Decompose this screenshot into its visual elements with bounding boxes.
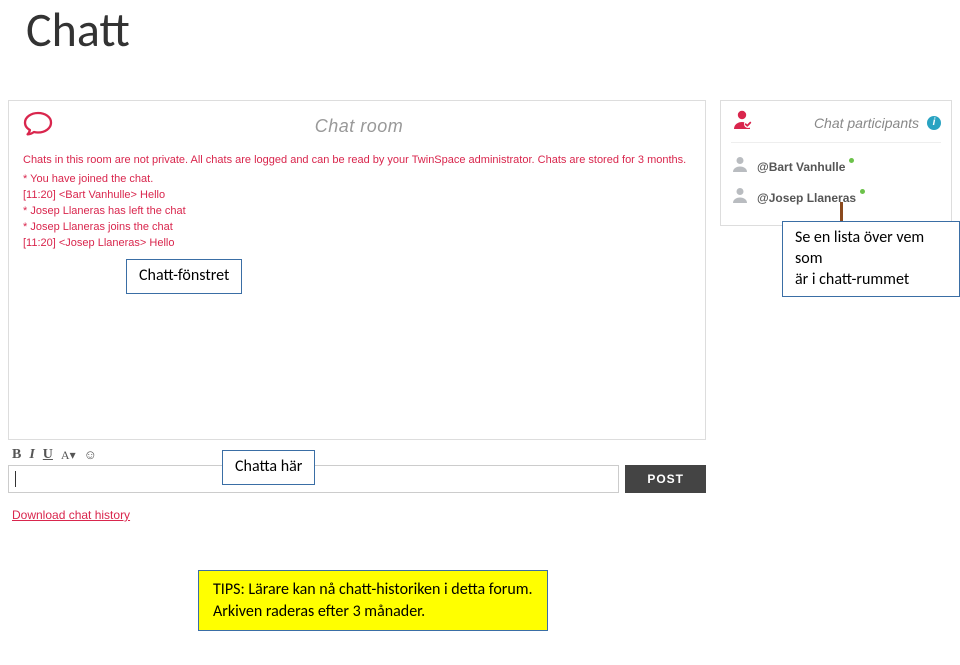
participant-row[interactable]: @Josep Llaneras [731,182,941,213]
chat-bubble-icon [23,111,53,142]
chat-room-header: Chat room [23,111,691,142]
underline-button[interactable]: U [43,447,53,463]
chat-room-panel: Chat room Chats in this room are not pri… [8,100,706,440]
italic-button[interactable]: I [29,447,34,463]
participant-row[interactable]: @Bart Vanhulle [731,151,941,182]
avatar-icon [731,186,749,209]
chat-log: * You have joined the chat. [11:20] <Bar… [23,172,691,252]
chat-log-line: * Josep Llaneras joins the chat [23,220,691,236]
bold-button[interactable]: B [12,447,21,463]
chat-room-title: Chat room [67,116,691,137]
info-icon[interactable]: i [927,116,941,130]
callout-connector [840,202,843,222]
privacy-notice: Chats in this room are not private. All … [23,154,691,166]
participants-panel: Chat participants i @Bart Vanhulle @Jose… [720,100,952,226]
compose-area: B I U A▾ ☺ POST [8,445,706,493]
download-history-link[interactable]: Download chat history [12,508,130,522]
participants-icon [731,109,753,136]
participants-header: Chat participants i [731,109,941,143]
chat-log-line: * Josep Llaneras has left the chat [23,204,691,220]
participants-title: Chat participants [761,115,923,131]
avatar-icon [731,155,749,178]
participant-name: @Bart Vanhulle [757,160,845,174]
presence-dot [860,189,865,194]
font-color-button[interactable]: A▾ [61,448,76,463]
post-button[interactable]: POST [625,465,706,493]
text-cursor [15,471,16,487]
chat-log-line: * You have joined the chat. [23,172,691,188]
tip-callout: TIPS: Lärare kan nå chatt-historiken i d… [198,570,548,631]
annotation-callout: Se en lista över vem som är i chatt-rumm… [782,221,960,297]
presence-dot [849,158,854,163]
chat-log-line: [11:20] <Josep Llaneras> Hello [23,236,691,252]
page-title: Chatt [26,0,130,59]
annotation-callout: Chatta här [222,450,315,485]
format-toolbar: B I U A▾ ☺ [8,445,706,465]
annotation-callout: Chatt-fönstret [126,259,242,294]
chat-log-line: [11:20] <Bart Vanhulle> Hello [23,188,691,204]
emoji-button[interactable]: ☺ [84,447,97,463]
